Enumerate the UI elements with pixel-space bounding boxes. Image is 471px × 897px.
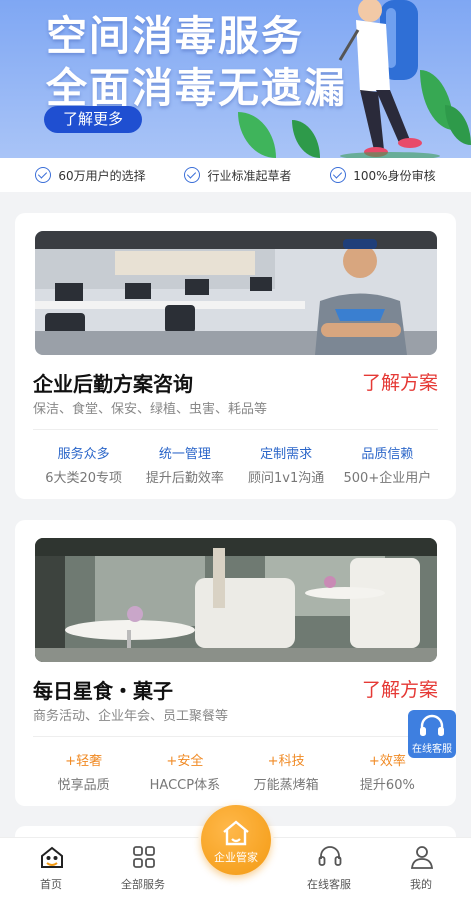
banner-headline-2: 全面消毒无遗漏 (46, 64, 347, 112)
house-icon (223, 820, 249, 846)
tab-mine[interactable]: 我的 (381, 838, 461, 897)
enterprise-butler-button[interactable]: 企业管家 (201, 805, 271, 875)
feature-list: 服务众多 6大类20专项 统一管理 提升后勤效率 定制需求 顾问1v1沟通 品质… (33, 443, 438, 486)
check-circle-icon (330, 167, 347, 183)
card-title: 企业后勤方案咨询 (33, 372, 193, 396)
card-title: 每日星食・菓子 (33, 679, 173, 703)
divider (33, 736, 438, 737)
check-circle-icon (184, 167, 201, 183)
leaf-decoration (445, 105, 471, 145)
feature-item: 定制需求 顾问1v1沟通 (236, 443, 337, 486)
feature-title: +科技 (267, 754, 305, 769)
banner-headline-1: 空间消毒服务 (46, 12, 304, 60)
online-service-label: 在线客服 (412, 744, 452, 755)
view-plan-link[interactable]: 了解方案 (362, 368, 438, 395)
promo-banner[interactable]: 空间消毒服务 全面消毒无遗漏 了解更多 (0, 0, 471, 158)
trust-item: 60万用户的选择 (35, 167, 146, 184)
card-subtitle: 商务活动、企业年会、员工聚餐等 (33, 709, 229, 724)
grid-icon (133, 846, 155, 868)
feature-desc: 提升后勤效率 (145, 471, 224, 486)
center-tab-label: 企业管家 (214, 851, 258, 864)
tea-lounge-photo (35, 538, 437, 662)
tab-home[interactable]: 首页 (11, 838, 91, 897)
online-service-float-button[interactable]: 在线客服 (408, 710, 456, 758)
tab-label: 全部服务 (121, 878, 165, 891)
headset-icon (318, 846, 342, 866)
tab-all-services[interactable]: 全部服务 (103, 838, 183, 897)
feature-item: 服务众多 6大类20专项 (33, 443, 134, 486)
trust-item: 行业标准起草者 (184, 167, 291, 184)
headset-icon (420, 714, 444, 736)
trust-label: 行业标准起草者 (207, 168, 292, 183)
user-icon (410, 846, 434, 869)
card-subtitle: 保洁、食堂、保安、绿植、虫害、耗品等 (33, 402, 268, 417)
feature-desc: 顾问1v1沟通 (248, 471, 325, 486)
tab-label: 首页 (40, 878, 62, 891)
home-mascot-icon (41, 846, 63, 868)
divider (33, 429, 438, 430)
feature-list: +轻奢 悦享品质 +安全 HACCP体系 +科技 万能蒸烤箱 +效率 提升60% (33, 750, 438, 793)
tab-label: 我的 (410, 878, 432, 891)
feature-desc: 6大类20专项 (45, 471, 123, 486)
feature-desc: 悦享品质 (57, 778, 110, 793)
learn-more-button[interactable]: 了解更多 (44, 106, 142, 133)
feature-title: 定制需求 (260, 447, 313, 462)
feature-desc: HACCP体系 (149, 778, 221, 793)
service-card-logistics[interactable]: 企业后勤方案咨询 了解方案 保洁、食堂、保安、绿植、虫害、耗品等 服务众多 6大… (15, 213, 456, 499)
feature-desc: 万能蒸烤箱 (253, 778, 319, 793)
disinfection-worker-illustration (338, 0, 440, 158)
trust-label: 100%身份审核 (353, 168, 436, 183)
service-card-catering[interactable]: 每日星食・菓子 了解方案 商务活动、企业年会、员工聚餐等 +轻奢 悦享品质 +安… (15, 520, 456, 806)
check-circle-icon (35, 167, 52, 183)
feature-title: 服务众多 (57, 447, 110, 462)
trust-item: 100%身份审核 (330, 167, 436, 184)
feature-item: 品质信赖 500+企业用户 (337, 443, 438, 486)
trust-label: 60万用户的选择 (58, 168, 146, 183)
tab-label: 在线客服 (307, 878, 351, 891)
leaf-decoration (292, 120, 320, 158)
feature-desc: 提升60% (359, 778, 415, 793)
trust-bar: 60万用户的选择 行业标准起草者 100%身份审核 (0, 158, 471, 192)
feature-item: 统一管理 提升后勤效率 (134, 443, 235, 486)
tab-online-support[interactable]: 在线客服 (289, 838, 369, 897)
feature-title: 品质信赖 (361, 447, 414, 462)
feature-item: +科技 万能蒸烤箱 (236, 750, 337, 793)
view-plan-link[interactable]: 了解方案 (362, 675, 438, 702)
feature-item: +安全 HACCP体系 (134, 750, 235, 793)
feature-title: +安全 (166, 754, 204, 769)
feature-title: +轻奢 (65, 754, 103, 769)
feature-desc: 500+企业用户 (343, 471, 432, 486)
feature-item: +轻奢 悦享品质 (33, 750, 134, 793)
feature-title: 统一管理 (158, 447, 211, 462)
office-photo (35, 231, 437, 355)
leaf-decoration (238, 112, 276, 158)
